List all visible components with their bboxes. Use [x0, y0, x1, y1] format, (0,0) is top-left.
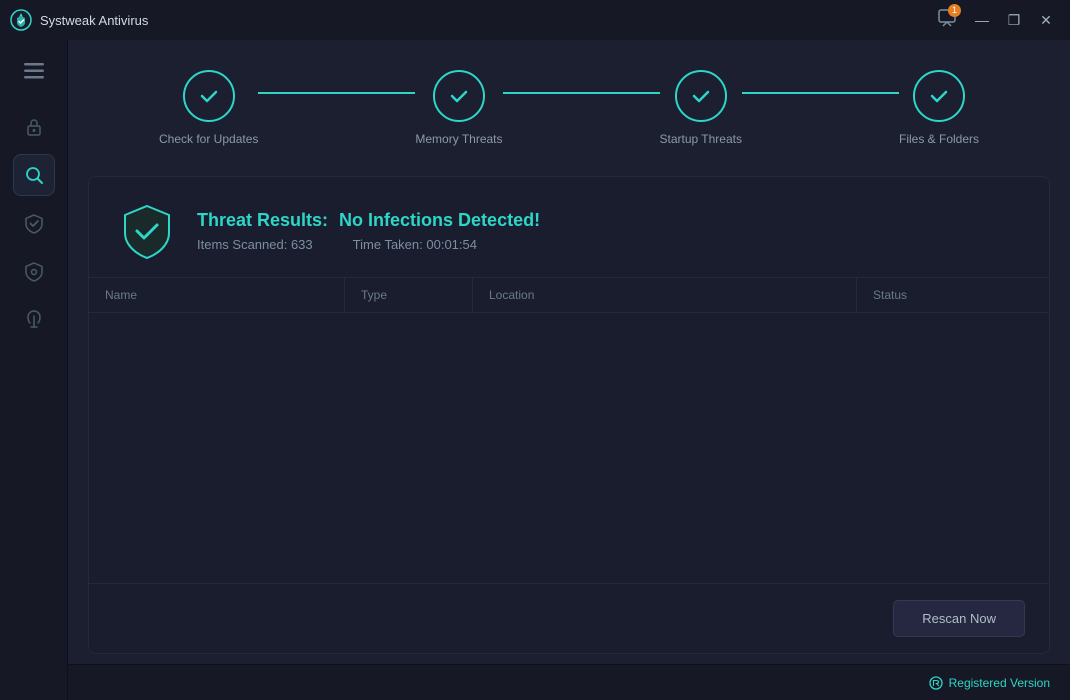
step-check-updates: Check for Updates — [159, 70, 258, 146]
app-logo-icon — [10, 9, 32, 31]
step-line-2 — [503, 92, 660, 94]
table-col-location: Location — [473, 278, 857, 312]
title-bar: Systweak Antivirus 1 — ❐ ✕ — [0, 0, 1070, 40]
items-scanned: Items Scanned: 633 — [197, 237, 313, 252]
time-taken-label: Time Taken: — [353, 237, 423, 252]
threat-title-dynamic: No Infections Detected! — [339, 210, 540, 230]
bottom-bar: Registered Version — [68, 664, 1070, 700]
sidebar-item-scan[interactable] — [13, 154, 55, 196]
threat-stats: Items Scanned: 633 Time Taken: 00:01:54 — [197, 237, 540, 252]
notification-icon[interactable]: 1 — [936, 7, 958, 34]
close-button[interactable]: ✕ — [1032, 6, 1060, 34]
table-header: Name Type Location Status — [89, 277, 1049, 313]
main-content: Check for Updates Memory Threats — [68, 40, 1070, 700]
sidebar-item-advanced[interactable] — [13, 250, 55, 292]
items-scanned-label: Items Scanned: — [197, 237, 287, 252]
threat-title: Threat Results: No Infections Detected! — [197, 210, 540, 231]
table-body — [89, 313, 1049, 473]
notification-badge: 1 — [948, 4, 961, 17]
sidebar — [0, 40, 68, 700]
shield-success-icon — [117, 201, 177, 261]
step-files-folders: Files & Folders — [899, 70, 979, 146]
step-label-startup-threats: Startup Threats — [660, 132, 743, 146]
step-circle-check-updates — [183, 70, 235, 122]
step-memory-threats: Memory Threats — [415, 70, 502, 146]
step-label-files-folders: Files & Folders — [899, 132, 979, 146]
registered-icon — [929, 676, 943, 690]
step-line-3 — [742, 92, 899, 94]
sidebar-item-protection[interactable] — [13, 106, 55, 148]
panel-footer: Rescan Now — [89, 583, 1049, 653]
app-title: Systweak Antivirus — [40, 13, 148, 28]
table-col-name: Name — [89, 278, 345, 312]
sidebar-item-booster[interactable] — [13, 298, 55, 340]
step-circle-files-folders — [913, 70, 965, 122]
time-taken: Time Taken: 00:01:54 — [353, 237, 477, 252]
threat-header: Threat Results: No Infections Detected! … — [89, 177, 1049, 277]
table-col-status: Status — [857, 278, 1049, 312]
items-scanned-value: 633 — [291, 237, 313, 252]
results-table: Name Type Location Status — [89, 277, 1049, 583]
window-controls: 1 — ❐ ✕ — [936, 6, 1060, 34]
menu-icon[interactable] — [15, 52, 53, 90]
results-panel: Threat Results: No Infections Detected! … — [88, 176, 1050, 654]
step-startup-threats: Startup Threats — [660, 70, 743, 146]
step-circle-memory-threats — [433, 70, 485, 122]
maximize-button[interactable]: ❐ — [1000, 6, 1028, 34]
rescan-now-button[interactable]: Rescan Now — [893, 600, 1025, 637]
table-col-type: Type — [345, 278, 473, 312]
step-circle-startup-threats — [675, 70, 727, 122]
registered-label: Registered Version — [949, 676, 1050, 690]
minimize-button[interactable]: — — [968, 6, 996, 34]
step-line-1 — [258, 92, 415, 94]
step-label-memory-threats: Memory Threats — [415, 132, 502, 146]
time-taken-value: 00:01:54 — [426, 237, 477, 252]
scan-steps: Check for Updates Memory Threats — [68, 40, 1070, 166]
sidebar-item-realtime[interactable] — [13, 202, 55, 244]
threat-title-static: Threat Results: — [197, 210, 328, 230]
threat-info: Threat Results: No Infections Detected! … — [197, 210, 540, 252]
step-label-check-updates: Check for Updates — [159, 132, 258, 146]
